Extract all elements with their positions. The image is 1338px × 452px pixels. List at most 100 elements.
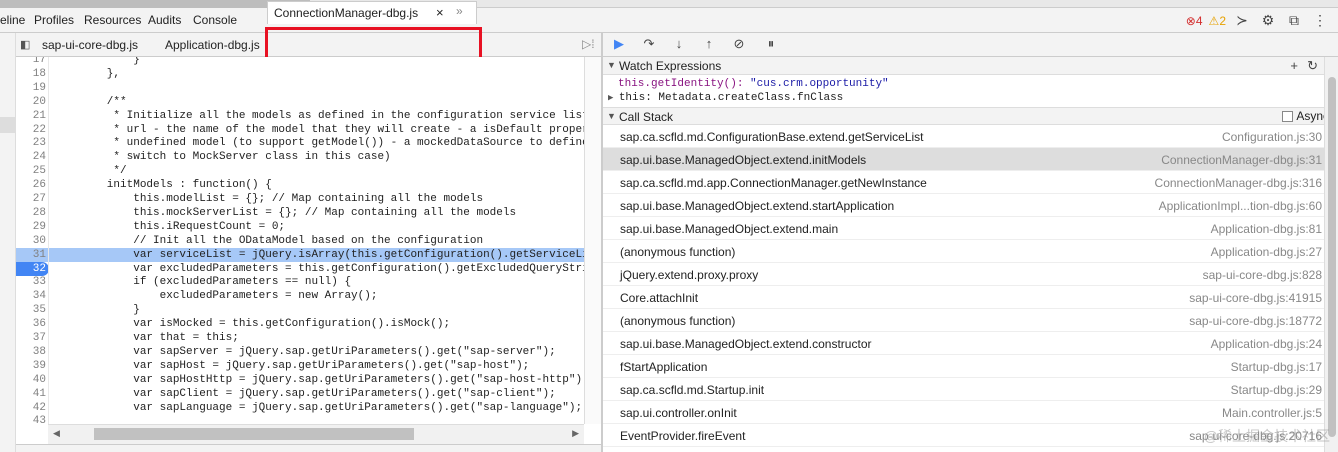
toggle-navigator-icon[interactable]: ◧ <box>20 38 30 51</box>
line-number[interactable]: 35 <box>16 303 46 317</box>
code-line[interactable]: 39 var sapHost = jQuery.sap.getUriParame… <box>16 359 584 373</box>
tab-connection-manager[interactable]: ConnectionManager-dbg.js × » <box>267 1 477 24</box>
menu-profiles[interactable]: Profiles <box>34 13 74 27</box>
code-line[interactable]: 22 * url - the name of the model that th… <box>16 123 584 137</box>
call-frame[interactable]: sap.ca.scfld.md.app.ConnectionManager.ge… <box>603 171 1324 194</box>
tab-sap-ui-core[interactable]: sap-ui-core-dbg.js <box>42 38 138 52</box>
line-number[interactable]: 21 <box>16 109 46 123</box>
refresh-icon[interactable]: ↻ <box>1307 58 1318 74</box>
call-frame-location[interactable]: sap-ui-core-dbg.js:18772 <box>1189 314 1322 328</box>
call-frame-location[interactable]: sap-ui-core-dbg.js:828 <box>1203 268 1322 282</box>
scroll-thumb[interactable] <box>1328 77 1336 437</box>
line-number[interactable]: 42 <box>16 401 46 415</box>
line-number[interactable]: 43 <box>16 414 46 424</box>
menu-resources[interactable]: Resources <box>84 13 141 27</box>
call-frame-location[interactable]: Application-dbg.js:81 <box>1211 222 1322 236</box>
code-line[interactable]: 32 var excludedParameters = this.getConf… <box>16 261 584 276</box>
line-number[interactable]: 24 <box>16 150 46 164</box>
call-frame[interactable]: sap.ui.base.ManagedObject.extend.constru… <box>603 332 1324 355</box>
call-frame-location[interactable]: Main.controller.js:5 <box>1222 406 1322 420</box>
line-number[interactable]: 33 <box>16 275 46 289</box>
code-line[interactable]: 26 initModels : function() { <box>16 178 584 192</box>
line-number[interactable]: 23 <box>16 136 46 150</box>
toggle-debugger-icon[interactable]: ▷⁞ <box>582 37 595 51</box>
code-line[interactable]: 31 var serviceList = jQuery.isArray(this… <box>16 247 584 262</box>
call-frame[interactable]: jQuery.extend.proxy.proxy sap-ui-core-dbg… <box>603 263 1324 286</box>
editor-horizontal-scrollbar[interactable]: ◀ ▶ <box>48 424 584 444</box>
code-line[interactable]: 27 this.modelList = {}; // Map containin… <box>16 192 584 206</box>
line-number[interactable]: 30 <box>16 234 46 248</box>
breakpoint-line-number[interactable]: 32 <box>16 261 49 276</box>
call-frame-location[interactable]: ConnectionManager-dbg.js:31 <box>1161 153 1322 167</box>
call-frame[interactable]: (anonymous function) Application-dbg.js:2… <box>603 240 1324 263</box>
call-frame-location[interactable]: Configuration.js:30 <box>1222 130 1322 144</box>
call-frame[interactable]: Core.attachInit sap-ui-core-dbg.js:41915 <box>603 286 1324 309</box>
add-icon[interactable]: + <box>1290 58 1298 73</box>
pause-exceptions-icon[interactable]: ⏸ <box>761 36 781 52</box>
call-frame-location[interactable]: Startup-dbg.js:17 <box>1231 360 1322 374</box>
call-frame-location[interactable]: Application-dbg.js:27 <box>1211 245 1322 259</box>
line-number[interactable]: 37 <box>16 331 46 345</box>
code-line[interactable]: 18 }, <box>16 67 584 81</box>
dock-icon[interactable]: ⧉ <box>1284 12 1304 29</box>
more-icon[interactable]: ⋮ <box>1310 12 1330 29</box>
line-number[interactable]: 34 <box>16 289 46 303</box>
code-line[interactable]: 20 /** <box>16 95 584 109</box>
code-line[interactable]: 40 var sapHostHttp = jQuery.sap.getUriPa… <box>16 373 584 387</box>
console-toggle-icon[interactable]: ≻ <box>1232 12 1252 29</box>
call-frame[interactable]: fStartApplication Startup-dbg.js:17 <box>603 355 1324 378</box>
line-number[interactable]: 19 <box>16 81 46 95</box>
checkbox-box[interactable] <box>1282 110 1294 122</box>
code-line[interactable]: 17 } <box>16 57 584 67</box>
line-number[interactable]: 39 <box>16 359 46 373</box>
step-into-icon[interactable]: ↓ <box>669 36 689 51</box>
call-frame[interactable]: sap.ca.scfld.md.ConfigurationBase.extend… <box>603 125 1324 148</box>
line-number[interactable]: 26 <box>16 178 46 192</box>
code-line[interactable]: 36 var isMocked = this.getConfiguration(… <box>16 317 584 331</box>
call-frame-location[interactable]: sap-ui-core-dbg.js:41915 <box>1189 291 1322 305</box>
code-line[interactable]: 23 * undefined model (to support getMode… <box>16 136 584 150</box>
line-number[interactable]: 17 <box>16 57 46 67</box>
line-number[interactable]: 27 <box>16 192 46 206</box>
code-line[interactable]: 25 */ <box>16 164 584 178</box>
warning-count[interactable]: ⚠2 <box>1209 14 1226 28</box>
step-over-icon[interactable]: ↷ <box>639 36 659 52</box>
code-line[interactable]: 42 var sapLanguage = jQuery.sap.getUriPa… <box>16 401 584 415</box>
code-editor[interactable]: 17 } 18 }, 19 20 /** 21 * Initialize all the… <box>16 57 584 424</box>
code-line[interactable]: 37 var that = this; <box>16 331 584 345</box>
code-line[interactable]: 33 if (excludedParameters == null) { <box>16 275 584 289</box>
settings-icon[interactable]: ⚙ <box>1258 12 1278 29</box>
line-number[interactable]: 25 <box>16 164 46 178</box>
code-line[interactable]: 34 excludedParameters = new Array(); <box>16 289 584 303</box>
scroll-right-icon[interactable]: ▶ <box>572 428 579 439</box>
line-number[interactable]: 18 <box>16 67 46 81</box>
line-number[interactable]: 36 <box>16 317 46 331</box>
scroll-left-icon[interactable]: ◀ <box>53 428 60 439</box>
code-line[interactable]: 19 <box>16 81 584 95</box>
line-number[interactable]: 20 <box>16 95 46 109</box>
deactivate-breakpoints-icon[interactable]: ⊘ <box>729 36 749 52</box>
tab-application[interactable]: Application-dbg.js <box>165 38 260 52</box>
code-line[interactable]: 21 * Initialize all the models as define… <box>16 109 584 123</box>
pause-resume-icon[interactable]: ▶ <box>609 36 629 52</box>
call-frame[interactable]: sap.ui.controller.onInit Main.controller.… <box>603 401 1324 424</box>
call-frame[interactable]: (anonymous function) sap-ui-core-dbg.js:1… <box>603 309 1324 332</box>
menu-timeline[interactable]: eline <box>0 13 25 27</box>
line-number[interactable]: 29 <box>16 220 46 234</box>
scroll-thumb[interactable] <box>94 428 414 440</box>
step-out-icon[interactable]: ↑ <box>699 36 719 51</box>
call-frame-location[interactable]: ApplicationImpl...tion-dbg.js:60 <box>1159 199 1322 213</box>
call-frame[interactable]: sap.ui.base.ManagedObject.extend.startAp… <box>603 194 1324 217</box>
sidebar-vertical-scrollbar[interactable] <box>1324 57 1338 452</box>
call-frame-location[interactable]: Startup-dbg.js:29 <box>1231 383 1322 397</box>
call-frame[interactable]: sap.ca.scfld.md.Startup.init Startup-dbg.… <box>603 378 1324 401</box>
code-line[interactable]: 41 var sapClient = jQuery.sap.getUriPara… <box>16 387 584 401</box>
code-line[interactable]: 30 // Init all the ODataModel based on t… <box>16 234 584 248</box>
menu-audits[interactable]: Audits <box>148 13 181 27</box>
error-count[interactable]: ⊗4 <box>1186 14 1203 28</box>
code-line[interactable]: 24 * switch to MockServer class in this … <box>16 150 584 164</box>
code-line[interactable]: 43 <box>16 414 584 424</box>
menu-console[interactable]: Console <box>193 13 237 27</box>
call-frame[interactable]: sap.ui.base.ManagedObject.extend.initMod… <box>603 148 1324 171</box>
call-frame-location[interactable]: Application-dbg.js:24 <box>1211 337 1322 351</box>
